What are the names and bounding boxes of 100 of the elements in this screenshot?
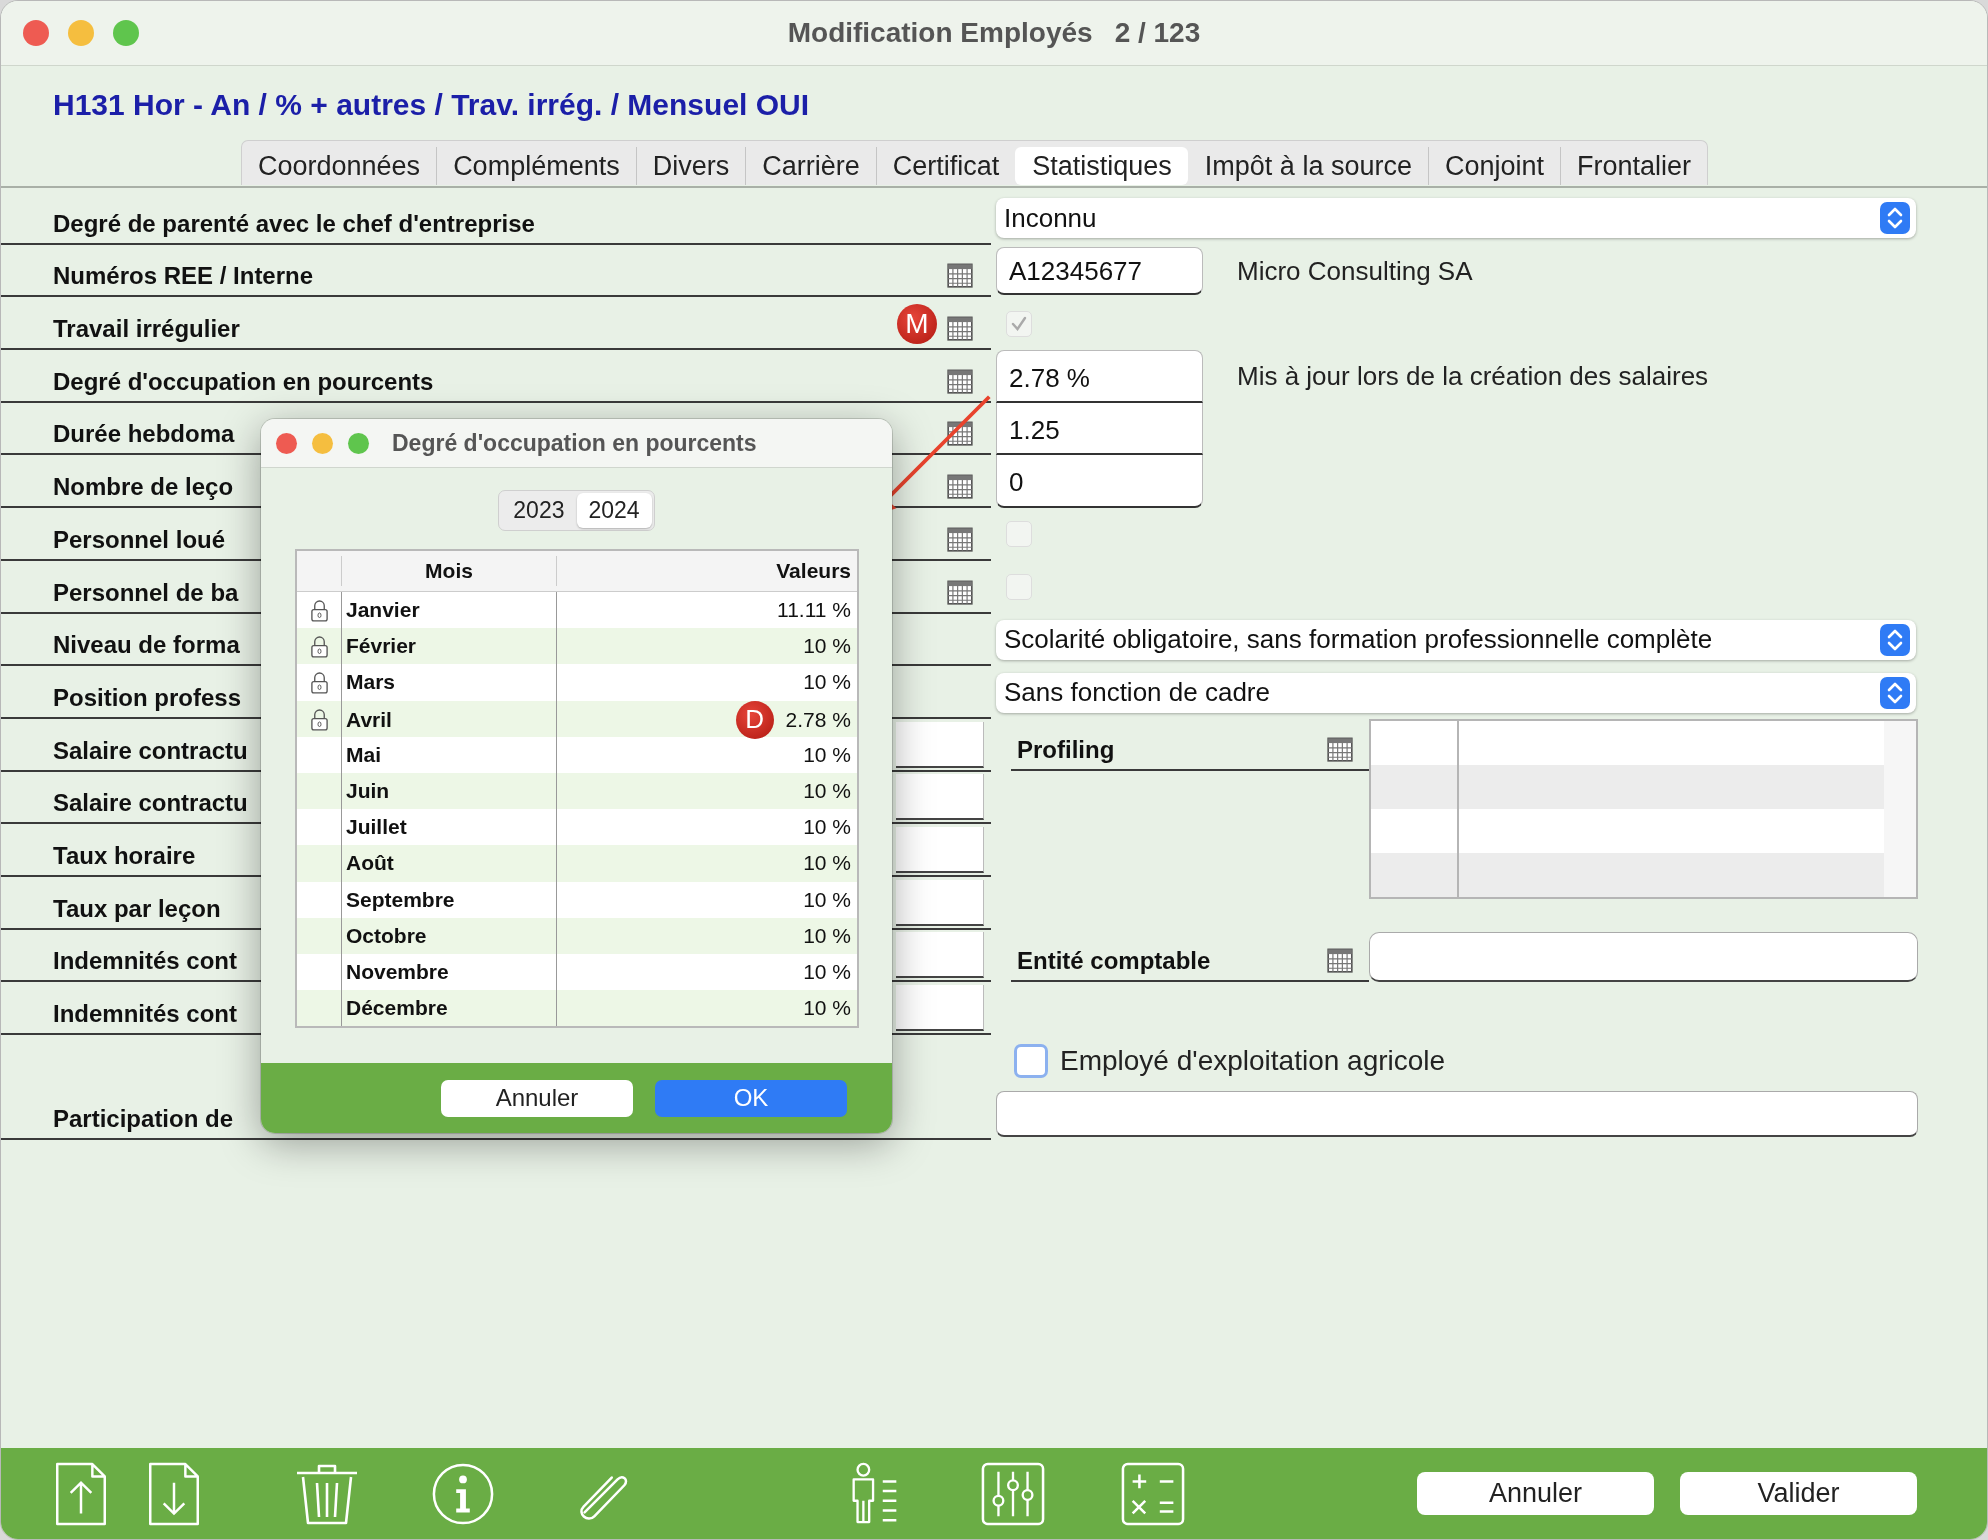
checkbox[interactable] <box>1014 1044 1048 1079</box>
zoom-button[interactable] <box>113 20 139 46</box>
input-field[interactable]: 0 <box>996 455 1203 509</box>
checkbox[interactable] <box>1006 521 1032 548</box>
profiling-table[interactable] <box>1369 718 1918 899</box>
percent-value: 10 % <box>803 779 851 804</box>
dialog-button[interactable]: Annuler <box>441 1079 633 1117</box>
year-tab[interactable]: 2023 <box>501 493 577 528</box>
column-header[interactable]: Valeurs <box>557 559 857 583</box>
close-button[interactable] <box>23 20 49 46</box>
toolbar-button[interactable]: Valider <box>1680 1472 1917 1515</box>
calendar-icon[interactable] <box>947 525 973 552</box>
stepper-icon <box>1880 202 1910 235</box>
note-text: Micro Consulting SA <box>1237 255 1473 287</box>
badge: D <box>735 700 774 739</box>
sliders-icon[interactable] <box>981 1462 1045 1526</box>
toolbar-button[interactable]: Annuler <box>1417 1472 1654 1515</box>
field-label: Profiling <box>1017 734 1115 765</box>
calendar-icon[interactable] <box>947 367 973 394</box>
field-label: Salaire contractu <box>53 788 248 819</box>
input-field[interactable] <box>896 985 984 1031</box>
input-field[interactable] <box>896 721 984 768</box>
tab[interactable]: Frontalier <box>1560 147 1708 185</box>
window-title: Modification Employés <box>787 17 1093 49</box>
trash-icon[interactable] <box>295 1462 359 1526</box>
month-name: Mars <box>346 670 396 695</box>
input-field[interactable]: A12345677 <box>996 247 1203 296</box>
month-name: Novembre <box>346 959 449 984</box>
calendar-icon[interactable] <box>947 578 973 605</box>
info-icon[interactable] <box>431 1462 495 1526</box>
field-label: Numéros REE / Interne <box>53 261 314 292</box>
month-name: Avril <box>346 707 392 732</box>
month-name: Juin <box>346 779 390 804</box>
column-header[interactable]: Mois <box>341 556 557 586</box>
field-label: Participation de <box>53 1104 234 1135</box>
percent-value: 10 % <box>803 742 851 767</box>
dropdown[interactable]: Sans fonction de cadre <box>996 672 1916 713</box>
stepper-icon <box>1880 676 1910 709</box>
percent-value: 10 % <box>803 815 851 840</box>
tab[interactable]: Impôt à la source <box>1187 147 1428 185</box>
field-label: Travail irrégulier <box>53 314 240 345</box>
month-name: Mai <box>346 742 381 767</box>
input-field[interactable] <box>896 826 984 873</box>
tab[interactable]: Coordonnées <box>242 147 437 185</box>
percent-value: 10 % <box>803 851 851 876</box>
calendar-icon[interactable] <box>947 473 973 500</box>
field-label: Niveau de forma <box>53 630 240 661</box>
record-heading: H131 Hor - An / % + autres / Trav. irrég. / Mensuel OUI <box>53 88 810 121</box>
input-field[interactable] <box>996 1091 1918 1138</box>
percent-value: 10 % <box>803 670 851 695</box>
table-row[interactable]: Août 10 % <box>297 845 857 882</box>
tab[interactable]: Conjoint <box>1427 147 1560 185</box>
month-name: Février <box>346 634 417 659</box>
field-label: Taux horaire <box>53 840 196 871</box>
calendar-icon[interactable] <box>947 315 973 342</box>
field-label: Taux par leçon <box>53 893 221 924</box>
table-row[interactable]: Juin 10 % <box>297 772 857 810</box>
calculator-icon[interactable] <box>1121 1462 1185 1526</box>
checkbox[interactable] <box>1006 574 1032 601</box>
calendar-icon[interactable] <box>1327 735 1353 762</box>
dialog-button[interactable]: OK <box>655 1079 847 1117</box>
zoom-button[interactable] <box>348 432 369 454</box>
close-button[interactable] <box>276 432 297 454</box>
tab[interactable]: Compléments <box>436 147 636 185</box>
table-row[interactable]: Octobre 10 % <box>297 917 857 954</box>
dialog-title: Degré d'occupation en pourcents <box>392 429 757 457</box>
field-label: Nombre de leço <box>53 472 234 503</box>
table-row[interactable]: Février 10 % <box>297 628 857 665</box>
field-label: Position profess <box>53 682 242 713</box>
percent-value: 10 % <box>803 634 851 659</box>
input-field[interactable] <box>896 774 984 821</box>
year-tab[interactable]: 2024 <box>576 493 652 528</box>
calendar-icon[interactable] <box>1327 947 1353 974</box>
percent-value: 11.11 % <box>777 598 851 623</box>
tab[interactable]: Divers <box>635 147 746 185</box>
field-label: Salaire contractu <box>53 735 248 766</box>
minimize-button[interactable] <box>312 432 333 454</box>
input-field[interactable]: 1.25 <box>996 402 1203 456</box>
percent-value: 10 % <box>803 923 851 948</box>
field-label: Degré d'occupation en pourcents <box>53 366 434 397</box>
percent-value: 10 % <box>803 959 851 984</box>
tab[interactable]: Statistiques <box>1015 147 1188 185</box>
checkbox[interactable] <box>1006 310 1032 337</box>
input-field[interactable] <box>896 932 984 979</box>
input-field[interactable]: 2.78 % <box>996 350 1203 403</box>
table-row[interactable]: Avril D 2.78 % <box>297 700 857 737</box>
calendar-icon[interactable] <box>947 262 973 289</box>
dropdown[interactable]: Inconnu <box>996 198 1916 239</box>
dropdown[interactable]: Scolarité obligatoire, sans formation professionnelle complète <box>996 619 1916 660</box>
percent-value: 2.78 % <box>785 707 851 732</box>
tab[interactable]: Carrière <box>745 147 876 185</box>
table-row[interactable]: Décembre 10 % <box>297 990 857 1027</box>
month-name: Décembre <box>346 996 448 1021</box>
month-name: Septembre <box>346 887 455 912</box>
percent-value: 10 % <box>803 887 851 912</box>
field-label: Durée hebdoma <box>53 419 235 450</box>
input-field[interactable] <box>1369 932 1918 983</box>
checkbox-label: Employé d'exploitation agricole <box>1060 1045 1446 1078</box>
record-counter: 2 / 123 <box>1114 17 1201 49</box>
input-field[interactable] <box>896 879 984 926</box>
